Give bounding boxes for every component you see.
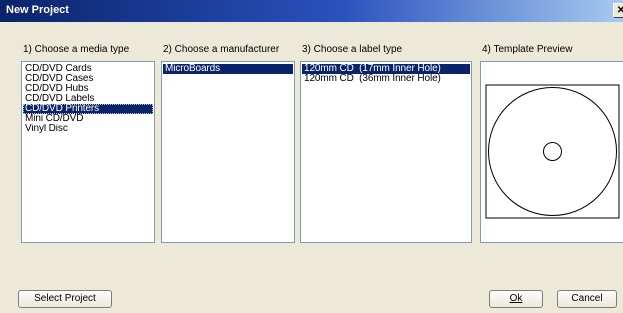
list-item[interactable]: Mini CD/DVD <box>23 114 153 124</box>
disc-hole <box>543 142 562 161</box>
list-item[interactable]: CD/DVD Cards <box>23 64 153 74</box>
list-item[interactable]: Vinyl Disc <box>23 124 153 134</box>
manufacturer-list[interactable]: MicroBoards <box>161 61 295 243</box>
preview-label: 4) Template Preview <box>482 44 573 55</box>
close-icon: ✕ <box>616 5 623 16</box>
ok-button-label: Ok <box>509 293 523 304</box>
cd-template-icon <box>485 84 620 219</box>
select-project-button[interactable]: Select Project <box>18 290 112 308</box>
list-item-selected[interactable]: 120mm CD (17mm Inner Hole) <box>302 64 470 74</box>
title-bar[interactable]: New Project ✕ <box>0 0 623 22</box>
list-item[interactable]: CD/DVD Labels <box>23 94 153 104</box>
manufacturer-label: 2) Choose a manufacturer <box>163 44 280 55</box>
cancel-button-label: Cancel <box>571 293 603 304</box>
list-item-selected[interactable]: CD/DVD Printers <box>23 104 153 114</box>
list-item[interactable]: 120mm CD (36mm Inner Hole) <box>302 74 470 84</box>
template-preview <box>480 61 623 243</box>
window-title: New Project <box>6 4 69 16</box>
list-item[interactable]: CD/DVD Hubs <box>23 84 153 94</box>
list-item[interactable]: CD/DVD Cases <box>23 74 153 84</box>
ok-button[interactable]: Ok <box>489 290 543 308</box>
media-type-label: 1) Choose a media type <box>23 44 130 55</box>
list-item-selected[interactable]: MicroBoards <box>163 64 293 74</box>
label-type-label: 3) Choose a label type <box>302 44 403 55</box>
media-type-list[interactable]: CD/DVD Cards CD/DVD Cases CD/DVD Hubs CD… <box>21 61 155 243</box>
label-type-list[interactable]: 120mm CD (17mm Inner Hole) 120mm CD (36m… <box>300 61 472 243</box>
close-button[interactable]: ✕ <box>613 3 623 18</box>
cancel-button[interactable]: Cancel <box>557 290 617 308</box>
